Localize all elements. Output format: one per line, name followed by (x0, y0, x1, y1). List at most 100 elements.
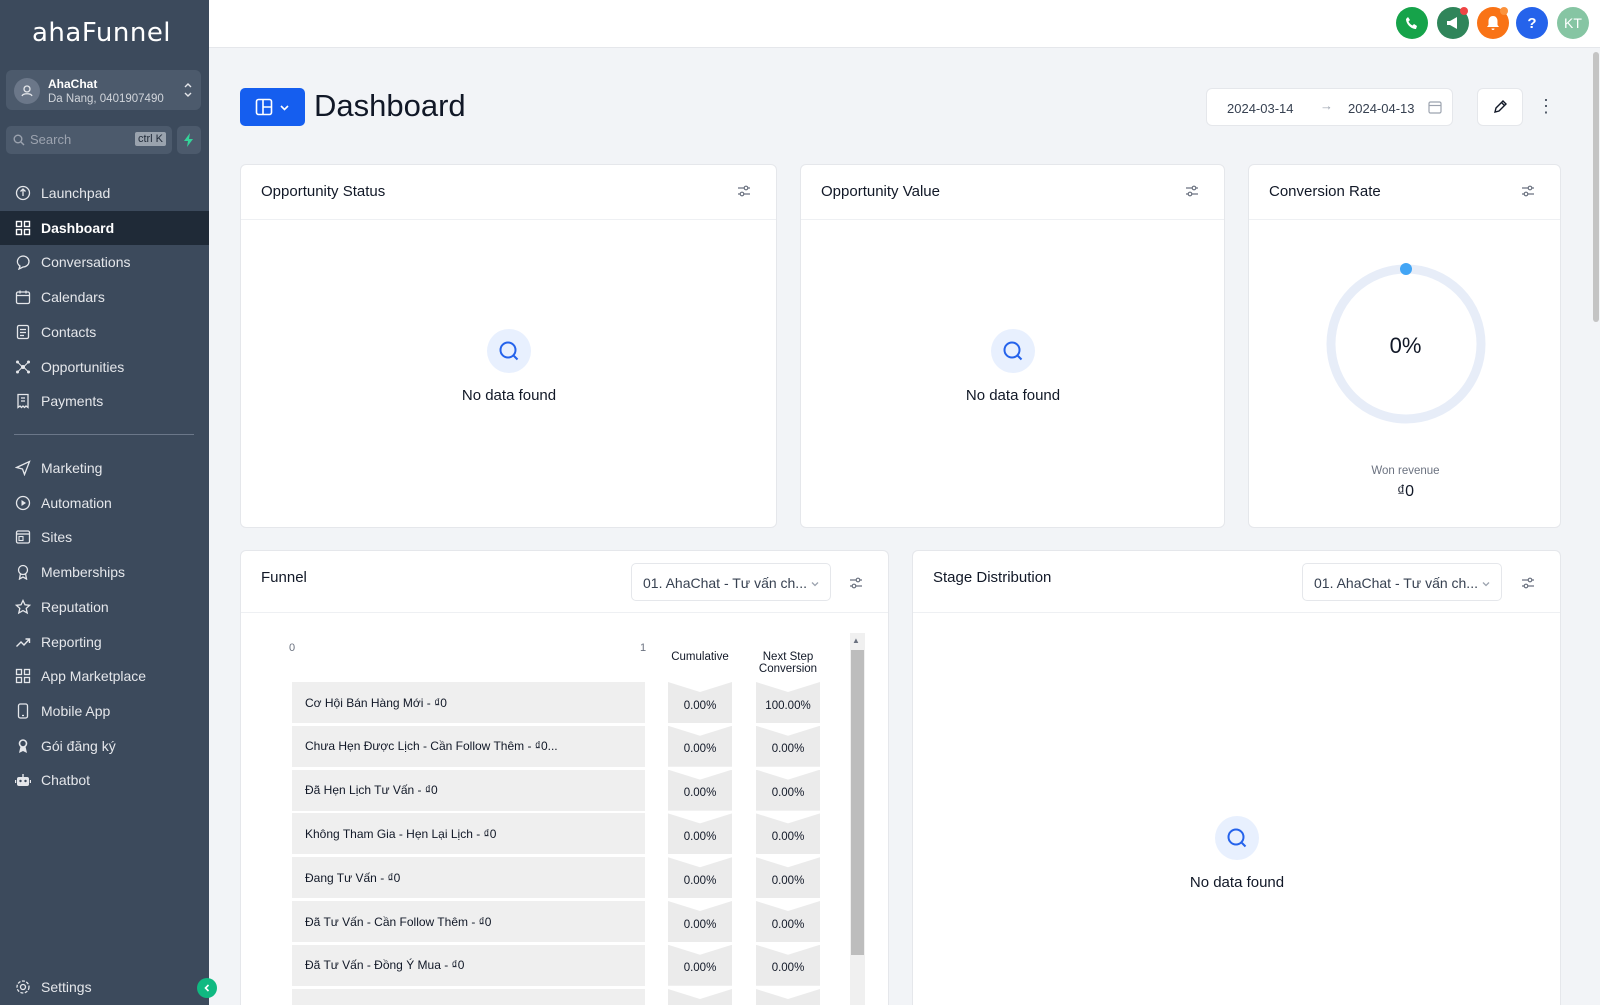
robot-icon (14, 771, 32, 789)
bolt-icon (184, 133, 193, 147)
chevron-down-icon (280, 104, 289, 111)
sidebar-item-contacts[interactable]: Contacts (0, 315, 209, 349)
app-logo[interactable]: ahaFunnel (32, 18, 171, 48)
filter-settings-icon[interactable] (1521, 184, 1535, 202)
account-name: AhaChat (48, 77, 98, 91)
chevron-down-icon (1481, 576, 1491, 592)
sidebar-item-label: Contacts (41, 323, 97, 340)
axis-max-label: 1 (640, 642, 647, 654)
card-title: Conversion Rate (1269, 183, 1381, 200)
sidebar-item-app-marketplace[interactable]: App Marketplace (0, 659, 209, 693)
trend-icon (14, 633, 32, 651)
conversion-rate-card: Conversion Rate 0% Won revenue ₫0 (1248, 164, 1561, 528)
calendar-icon (1428, 100, 1442, 117)
gauge-marker (1400, 263, 1412, 275)
card-title: Funnel (261, 569, 307, 586)
help-button[interactable]: ? (1516, 7, 1548, 39)
funnel-stage-row: Đã Tư Vấn - Cần Follow Thêm - ₫0 (292, 901, 645, 942)
sidebar-item-label: Automation (41, 494, 112, 511)
sidebar-item-sites[interactable]: Sites (0, 520, 209, 554)
sidebar-item-payments[interactable]: Payments (0, 384, 209, 418)
filter-settings-icon[interactable] (1521, 576, 1535, 594)
card-title: Stage Distribution (933, 569, 1052, 586)
card-title: Opportunity Value (821, 183, 940, 200)
sidebar-item-label: Settings (41, 979, 92, 995)
announcements-button[interactable] (1437, 7, 1469, 39)
rocket-icon (14, 184, 32, 202)
bell-icon (1487, 16, 1499, 30)
pipeline-select-value: 01. AhaChat - Tư vấn ch... (1314, 575, 1478, 591)
empty-state: No data found (1137, 816, 1337, 891)
cumulative-header: Cumulative (671, 651, 729, 663)
sidebar-item-label: Gói đăng ký (41, 737, 116, 754)
filter-settings-icon[interactable] (1185, 184, 1199, 202)
funnel-scrollbar-thumb[interactable] (851, 650, 864, 955)
sidebar-item-dashboard[interactable]: Dashboard (0, 210, 209, 245)
phone-button[interactable] (1396, 7, 1428, 39)
sidebar-item-calendars[interactable]: Calendars (0, 280, 209, 314)
filter-settings-icon[interactable] (849, 576, 863, 594)
sidebar-item-label: Payments (41, 393, 104, 410)
notifications-button[interactable] (1477, 7, 1509, 39)
star-icon (14, 598, 32, 616)
opportunity-status-card: Opportunity Status No data found (240, 164, 777, 528)
sidebar-item-label: Reputation (41, 598, 109, 615)
sidebar-item-mobile-app[interactable]: Mobile App (0, 694, 209, 728)
collapse-sidebar-button[interactable] (197, 978, 217, 998)
search-placeholder: Search (30, 132, 72, 147)
page-title: Dashboard (314, 88, 466, 123)
page-scrollbar-thumb[interactable] (1593, 52, 1599, 322)
user-avatar[interactable]: KT (1557, 7, 1589, 39)
location-icon (14, 78, 40, 104)
card-header-divider (913, 612, 1560, 613)
help-icon: ? (1527, 14, 1537, 32)
scroll-up-icon[interactable]: ▲ (852, 636, 860, 645)
quick-action-button[interactable] (177, 126, 201, 154)
conversion-rate-value: 0% (1389, 333, 1422, 358)
sidebar-item-memberships[interactable]: Memberships (0, 555, 209, 589)
account-switcher[interactable]: AhaChat Da Nang, 0401907490 (6, 70, 201, 110)
search-input[interactable]: Search ctrl K (6, 126, 172, 154)
contacts-icon (14, 323, 32, 341)
opportunity-value-card: Opportunity Value No data found (800, 164, 1225, 528)
empty-state: No data found (913, 329, 1113, 404)
pipeline-select-value: 01. AhaChat - Tư vấn ch... (643, 575, 807, 591)
funnel-stage-row: Chưa Hẹn Được Lịch - Cần Follow Thêm - ₫… (292, 725, 645, 767)
sites-icon (14, 528, 32, 546)
arrow-right-icon: → (1320, 98, 1333, 113)
pipeline-select[interactable]: 01. AhaChat - Tư vấn ch... (631, 563, 831, 601)
sidebar-item-automation[interactable]: Automation (0, 486, 209, 520)
search-shortcut: ctrl K (134, 132, 166, 146)
automation-icon (14, 494, 32, 512)
sidebar-item-label: Dashboard (41, 219, 115, 236)
date-range-picker[interactable]: 2024-03-14 → 2024-04-13 (1206, 88, 1453, 126)
dashboard-switcher-button[interactable] (240, 88, 305, 126)
sidebar-item-opportunities[interactable]: Opportunities (0, 350, 209, 384)
filter-settings-icon[interactable] (737, 184, 751, 202)
won-revenue-value: ₫0 (1396, 483, 1415, 500)
gear-icon (14, 978, 32, 996)
next-step-header: Next Step Conversion (758, 651, 818, 676)
sidebar-item-conversations[interactable]: Conversations (0, 245, 209, 279)
edit-dashboard-button[interactable] (1477, 88, 1523, 126)
sidebar-item-marketing[interactable]: Marketing (0, 451, 209, 485)
pipeline-select[interactable]: 01. AhaChat - Tư vấn ch... (1302, 563, 1502, 601)
sidebar-item-label: Reporting (41, 633, 102, 650)
sidebar-item-g-i-ng-k-[interactable]: Gói đăng ký (0, 729, 209, 763)
empty-state-text: No data found (461, 387, 557, 404)
calendar-icon (14, 288, 32, 306)
sidebar-item-reporting[interactable]: Reporting (0, 625, 209, 659)
sidebar-item-label: Memberships (41, 564, 126, 581)
card-header-divider (801, 219, 1224, 220)
sidebar-item-chatbot[interactable]: Chatbot (0, 763, 209, 797)
badge-icon (14, 563, 32, 581)
chat-icon (14, 253, 32, 271)
funnel-stage-row: Không Tham Gia - Hẹn Lại Lịch - ₫0 (292, 813, 645, 855)
search-icon (1215, 816, 1259, 860)
layout-icon (255, 98, 273, 116)
sidebar-item-settings[interactable]: Settings (0, 970, 209, 1004)
sidebar-item-reputation[interactable]: Reputation (0, 590, 209, 624)
card-title: Opportunity Status (261, 183, 386, 200)
more-options-icon[interactable]: ⋮ (1537, 96, 1555, 117)
sidebar-item-launchpad[interactable]: Launchpad (0, 176, 209, 210)
